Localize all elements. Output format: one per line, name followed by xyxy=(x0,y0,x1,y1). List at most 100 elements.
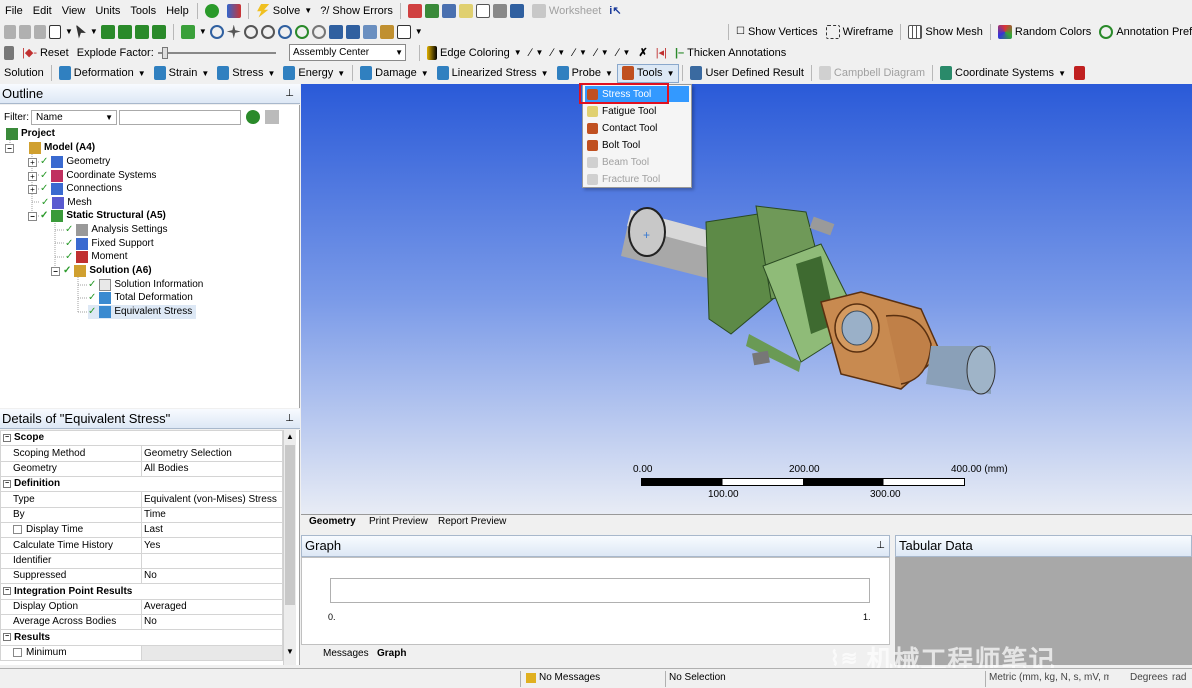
menu-file[interactable]: File xyxy=(0,1,28,21)
edge-display-5-button[interactable]: ∕ ▼ xyxy=(613,43,635,62)
tree-item-total-deformation[interactable]: ✓ Total Deformation xyxy=(88,291,193,305)
scroll-down-icon[interactable]: ▼ xyxy=(284,645,296,659)
user-defined-result-button[interactable]: User Defined Result xyxy=(686,64,807,83)
iso-view-icon[interactable] xyxy=(362,24,377,39)
show-mesh-button[interactable]: Show Mesh xyxy=(904,22,986,41)
details-value[interactable]: Averaged xyxy=(141,598,283,616)
model-view[interactable]: + xyxy=(301,84,1192,514)
probe-button[interactable]: Probe ▼ xyxy=(553,64,617,83)
show-errors-button[interactable]: ?/Show Errors xyxy=(316,1,397,20)
linearized-stress-button[interactable]: Linearized Stress ▼ xyxy=(433,64,553,83)
rotate-icon[interactable] xyxy=(209,24,224,39)
campbell-diagram-button[interactable]: Campbell Diagram xyxy=(815,64,929,83)
checkbox[interactable] xyxy=(13,647,22,657)
toolbar-icon-group-1[interactable] xyxy=(404,1,528,20)
details-group-row[interactable]: − Definition xyxy=(0,476,283,493)
menu-item-beam-tool[interactable]: Beam Tool xyxy=(585,154,689,170)
menu-view[interactable]: View xyxy=(57,1,91,21)
tree-item-model[interactable]: − Model (A4) xyxy=(5,141,95,155)
scroll-thumb[interactable] xyxy=(285,445,295,605)
collapse-icon[interactable]: − xyxy=(3,479,11,488)
details-row[interactable]: Display Time Last xyxy=(0,522,283,539)
menu-tools[interactable]: Tools xyxy=(125,1,161,21)
details-group-row[interactable]: − Scope xyxy=(0,430,283,447)
pointer-icon[interactable] xyxy=(75,24,86,39)
solution-button[interactable]: Solution xyxy=(0,64,48,83)
tree-item-analysis-settings[interactable]: ✓ Analysis Settings xyxy=(65,223,168,237)
select-face-icon[interactable] xyxy=(34,24,46,39)
print-icon[interactable] xyxy=(492,3,507,18)
tools-button[interactable]: Tools ▼ xyxy=(616,63,680,83)
magnifier-icon[interactable] xyxy=(294,24,309,39)
tree-item-connections[interactable]: + ✓ Connections xyxy=(28,182,122,196)
random-colors-button[interactable]: Random Colors xyxy=(994,22,1095,41)
pin-icon[interactable]: ⊥ xyxy=(285,84,294,104)
details-value[interactable]: Geometry Selection xyxy=(141,445,283,462)
edge-display-4-button[interactable]: ∕ ▼ xyxy=(591,43,613,62)
expand-icon[interactable]: + xyxy=(28,171,37,181)
pin-icon[interactable]: ⊥ xyxy=(876,536,885,556)
coordinate-systems-button[interactable]: Coordinate Systems ▼ xyxy=(936,64,1070,83)
tree-item-equivalent-stress[interactable]: ✓ Equivalent Stress xyxy=(88,305,197,319)
graphics-viewport[interactable]: + Stress Tool Fatigue Tool Contact Tool … xyxy=(301,83,1192,514)
report-icon[interactable] xyxy=(1070,64,1089,83)
details-row[interactable]: Display Option Averaged xyxy=(0,598,283,616)
details-row[interactable]: Geometry All Bodies xyxy=(0,460,283,478)
zoom-fit-icon[interactable] xyxy=(277,24,292,39)
pin-icon[interactable]: ⊥ xyxy=(285,409,294,429)
details-scrollbar[interactable]: ▲ ▼ xyxy=(283,430,296,665)
box-zoom-icon[interactable] xyxy=(260,24,275,39)
tab-graph[interactable]: Graph xyxy=(377,648,406,659)
connect-icon[interactable] xyxy=(223,1,245,20)
angle-units-status[interactable]: Degrees xyxy=(1130,672,1168,683)
menu-item-fracture-tool[interactable]: Fracture Tool xyxy=(585,171,689,187)
details-row[interactable]: By Time xyxy=(0,506,283,524)
label-icon[interactable] xyxy=(379,24,394,39)
details-group-row[interactable]: − Results xyxy=(0,629,283,646)
assembly-center-select[interactable]: Assembly Center ▼ xyxy=(289,44,406,61)
menu-item-contact-tool[interactable]: Contact Tool xyxy=(585,120,689,136)
show-vertices-button[interactable]: ☐ Show Vertices xyxy=(732,22,822,41)
details-value[interactable]: All Bodies xyxy=(141,460,283,478)
zoom-icon[interactable] xyxy=(243,24,258,39)
wireframe-button[interactable]: Wireframe xyxy=(822,22,898,41)
edge-display-3-button[interactable]: ∕ ▼ xyxy=(569,43,591,62)
details-row[interactable]: Identifier xyxy=(0,552,283,570)
details-value[interactable]: No xyxy=(141,614,283,631)
collapse-icon[interactable]: − xyxy=(5,143,14,153)
next-view-icon[interactable] xyxy=(345,24,360,39)
collapse-icon[interactable]: − xyxy=(51,266,60,276)
thick-edge-icon[interactable]: ✗ xyxy=(634,43,651,62)
select-green-2-icon[interactable] xyxy=(117,24,132,39)
details-group-row[interactable]: − Integration Point Results xyxy=(0,583,283,600)
select-vertex-icon[interactable] xyxy=(4,24,16,39)
tree-item-mesh[interactable]: ✓ Mesh xyxy=(41,196,92,210)
units-status[interactable]: Metric (mm, kg, N, s, mV, mA) xyxy=(989,672,1109,683)
collapse-icon[interactable]: − xyxy=(3,586,11,595)
details-row[interactable]: Minimum xyxy=(0,644,283,662)
scroll-up-icon[interactable]: ▲ xyxy=(284,430,296,444)
body-icon[interactable] xyxy=(180,24,195,39)
edge-coloring-button[interactable]: Edge Coloring ▼ xyxy=(423,43,526,62)
worksheet-button[interactable]: Worksheet xyxy=(528,1,605,20)
tree-item-static-structural[interactable]: − ✓ Static Structural (A5) xyxy=(28,209,166,223)
details-value[interactable]: No xyxy=(141,568,283,585)
collapse-icon[interactable]: − xyxy=(28,211,37,221)
tree-item-coordinate-systems[interactable]: + ✓ Coordinate Systems xyxy=(28,169,156,183)
expand-icon[interactable]: + xyxy=(28,184,37,194)
details-row[interactable]: Type Equivalent (von-Mises) Stress xyxy=(0,491,283,508)
details-row[interactable]: Average Across Bodies No xyxy=(0,614,283,631)
damage-button[interactable]: Damage ▼ xyxy=(356,64,433,83)
menu-help[interactable]: Help xyxy=(161,1,194,21)
details-row[interactable]: Scoping Method Geometry Selection xyxy=(0,445,283,462)
details-value[interactable] xyxy=(141,552,283,570)
tree-item-solution[interactable]: − ✓ Solution (A6) xyxy=(51,264,152,278)
strain-button[interactable]: Strain ▼ xyxy=(150,64,214,83)
angular-velocity-status[interactable]: rad xyxy=(1172,672,1186,683)
frame-icon[interactable] xyxy=(396,24,411,39)
select-mode-icons[interactable]: ▼ ▼ xyxy=(0,22,170,41)
details-value[interactable]: Yes xyxy=(141,537,283,554)
details-value[interactable] xyxy=(141,644,283,662)
previous-view-icon[interactable] xyxy=(328,24,343,39)
tab-print-preview[interactable]: Print Preview xyxy=(369,516,428,527)
